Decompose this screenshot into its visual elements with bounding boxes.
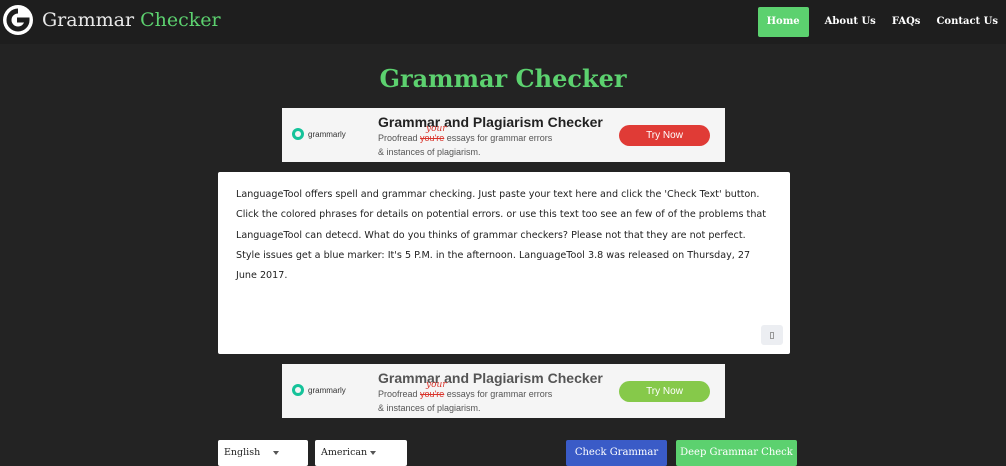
chevron-down-icon	[273, 451, 279, 455]
language-select[interactable]: English	[218, 440, 308, 466]
nav-home[interactable]: Home	[757, 7, 809, 37]
ad-line-1-pre: Proofread	[378, 133, 421, 143]
deep-grammar-check-button[interactable]: Deep Grammar Check	[676, 440, 797, 466]
grammarly-icon	[292, 128, 304, 140]
ad-banner-top[interactable]: grammarly Grammar and Plagiarism Checker…	[282, 108, 725, 162]
editor-text[interactable]: LanguageTool offers spell and grammar ch…	[236, 185, 772, 286]
ad-line-1-strike: you're	[420, 389, 445, 399]
ad-line-1: Proofread you're essays for grammar erro…	[378, 389, 552, 399]
language-select-value: English	[224, 447, 261, 458]
grammarly-icon	[292, 384, 304, 396]
ad-brand-label: grammarly	[308, 385, 346, 395]
ad-banner-bottom[interactable]: grammarly Grammar and Plagiarism Checker…	[282, 364, 725, 418]
variant-select-value: American	[321, 447, 368, 458]
ad-line-1-pre: Proofread	[378, 389, 421, 399]
chevron-down-icon	[370, 451, 376, 455]
text-editor[interactable]: LanguageTool offers spell and grammar ch…	[218, 172, 790, 354]
ad-brand-label: grammarly	[308, 129, 346, 139]
ad-line-1-post: essays for grammar errors	[444, 133, 553, 143]
ad-line-2: & instances of plagiarism.	[378, 147, 481, 157]
nav-contact-us[interactable]: Contact Us	[928, 7, 1006, 37]
ad-line-1: Proofread you're essays for grammar erro…	[378, 133, 552, 143]
ad-line-2: & instances of plagiarism.	[378, 403, 481, 413]
logo-g-icon	[3, 5, 33, 35]
ad-line-1-strike: you're	[420, 133, 445, 143]
ad-title: Grammar and Plagiarism Checker	[378, 114, 603, 130]
logo[interactable]: Grammar Checker	[2, 4, 221, 36]
nav-faqs[interactable]: FAQs	[884, 7, 929, 37]
editor-options-icon[interactable]	[761, 325, 783, 345]
ad-title: Grammar and Plagiarism Checker	[378, 370, 603, 386]
logo-text-accent: Checker	[140, 9, 221, 31]
ad-brand: grammarly	[292, 384, 346, 396]
nav-about-us[interactable]: About Us	[817, 7, 884, 37]
logo-text: Grammar Checker	[42, 9, 221, 31]
check-grammar-button[interactable]: Check Grammar	[566, 440, 667, 466]
logo-text-main: Grammar	[42, 9, 135, 31]
ad-try-now-button[interactable]: Try Now	[619, 381, 710, 402]
main-nav: Home About Us FAQs Contact Us	[757, 7, 1006, 37]
variant-select[interactable]: American	[315, 440, 407, 466]
ad-try-now-button[interactable]: Try Now	[619, 125, 710, 146]
ad-line-1-post: essays for grammar errors	[444, 389, 553, 399]
site-header: Grammar Checker Home About Us FAQs Conta…	[0, 0, 1006, 44]
page-title: Grammar Checker	[379, 64, 627, 93]
ad-brand: grammarly	[292, 128, 346, 140]
